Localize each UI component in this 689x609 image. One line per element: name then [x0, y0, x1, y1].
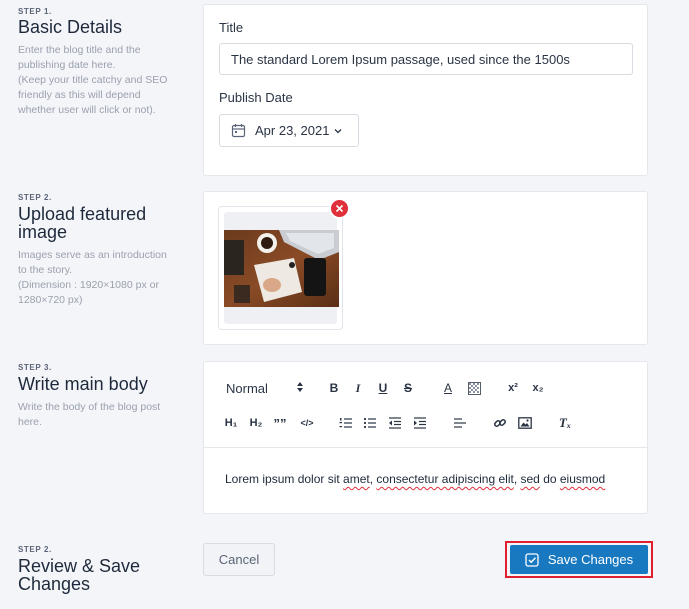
underline-button[interactable]: U [375, 378, 391, 398]
step-2-description: Images serve as an introduction to the s… [18, 249, 167, 306]
ordered-list-icon [339, 418, 352, 428]
step-2-label: STEP 2. [18, 193, 52, 202]
step-3-description: Write the body of the blog post here. [18, 401, 161, 428]
heading-1-button[interactable]: H₁ [222, 413, 240, 433]
outdent-button[interactable] [387, 413, 403, 433]
title-input[interactable] [219, 43, 633, 75]
check-square-icon [525, 552, 539, 567]
step-3-label: STEP 3. [18, 363, 52, 372]
bullet-list-button[interactable] [362, 413, 378, 433]
step-1-label: STEP 1. [18, 7, 52, 16]
bullet-list-icon [363, 417, 376, 429]
image-icon [518, 417, 532, 429]
background-icon [467, 381, 481, 395]
featured-image-card [203, 191, 648, 345]
cancel-button[interactable]: Cancel [203, 543, 275, 576]
step-4-title: Review & Save Changes [18, 556, 141, 594]
background-color-button[interactable] [466, 378, 482, 398]
title-label: Title [219, 20, 244, 35]
outdent-icon [389, 417, 401, 429]
image-button[interactable] [517, 413, 533, 433]
blockquote-button[interactable]: ”” [272, 413, 288, 433]
clear-format-button[interactable]: Tₓ [556, 413, 574, 433]
ordered-list-button[interactable] [338, 413, 354, 433]
align-button[interactable] [452, 413, 468, 433]
publish-date-value: Apr 23, 2021 [255, 123, 330, 138]
close-icon [335, 204, 344, 213]
heading-2-button[interactable]: H₂ [247, 413, 265, 433]
step-1-description: Enter the blog title and the publishing … [18, 44, 168, 116]
subscript-button[interactable]: x₂ [529, 378, 547, 398]
step-3-title: Write main body [18, 374, 148, 394]
basic-details-card: Title Publish Date Apr 23, 2021 [203, 4, 648, 176]
italic-button[interactable]: I [350, 378, 366, 398]
save-changes-button[interactable]: Save Changes [510, 545, 648, 574]
align-icon [454, 418, 466, 428]
chevron-down-icon [333, 127, 343, 135]
strike-button[interactable]: S [400, 378, 416, 398]
step-4-label: STEP 2. [18, 545, 52, 554]
publish-date-picker[interactable]: Apr 23, 2021 [219, 114, 359, 147]
thumbnail-frame [224, 212, 339, 324]
link-button[interactable] [492, 413, 508, 433]
step-2-title: Upload featured image [18, 204, 147, 242]
main-body-card: Normal B I U S A x² x₂ H₁ H₂ ”” </> Tₓ L… [203, 361, 648, 514]
remove-image-button[interactable] [329, 198, 350, 219]
format-select-value: Normal [226, 380, 268, 396]
editor-content[interactable]: Lorem ipsum dolor sit amet, consectetur … [225, 472, 605, 486]
indent-button[interactable] [412, 413, 428, 433]
select-arrows-icon [296, 381, 304, 396]
featured-image [224, 230, 339, 307]
featured-image-thumbnail[interactable] [218, 206, 343, 330]
superscript-button[interactable]: x² [504, 378, 522, 398]
bold-button[interactable]: B [326, 378, 342, 398]
editor-toolbar: Normal B I U S A x² x₂ H₁ H₂ ”” </> Tₓ [204, 362, 647, 448]
indent-icon [414, 417, 426, 429]
text-color-button[interactable]: A [440, 378, 456, 398]
format-select[interactable]: Normal [218, 378, 308, 398]
link-icon [494, 419, 506, 427]
calendar-icon [231, 123, 246, 138]
publish-date-label: Publish Date [219, 90, 293, 105]
step-1-title: Basic Details [18, 17, 123, 37]
code-button[interactable]: </> [296, 413, 318, 433]
save-changes-label: Save Changes [547, 552, 634, 567]
